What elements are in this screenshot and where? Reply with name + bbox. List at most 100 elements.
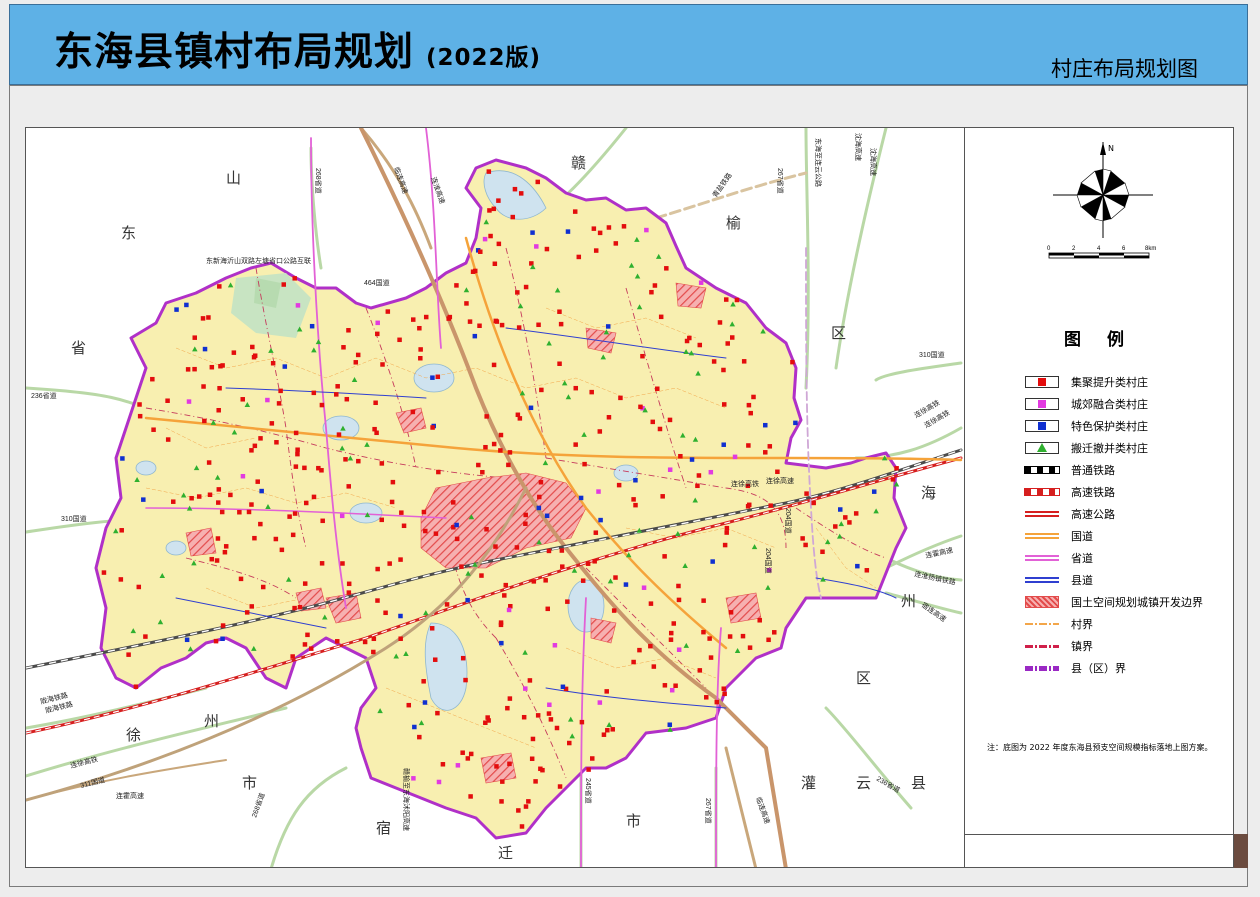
village-marker-red: [216, 500, 221, 505]
village-marker-red: [507, 450, 513, 455]
legend-item: 集聚提升类村庄: [1025, 373, 1148, 391]
village-marker-red: [440, 762, 446, 767]
map-panel[interactable]: 山 东 省 赣 榆 区 海 州 区 灌 云 县 徐 州 市 宿 迁 市 236省…: [25, 127, 965, 868]
village-marker-red: [460, 750, 465, 755]
village-marker-red: [406, 702, 412, 708]
village-marker-red: [133, 684, 139, 689]
village-marker-red: [523, 521, 528, 526]
village-marker-red: [251, 354, 257, 360]
village-marker-red: [216, 407, 221, 413]
village-marker-magenta: [506, 607, 512, 613]
village-marker-red: [472, 268, 478, 274]
village-marker-red: [362, 639, 368, 645]
village-marker-red: [292, 276, 297, 281]
village-marker-red: [460, 655, 466, 661]
legend-label: 县道: [1071, 574, 1093, 587]
village-marker-magenta: [186, 399, 192, 404]
title-text: 东海县镇村布局规划: [54, 30, 415, 75]
village-marker-red: [213, 638, 219, 644]
legend-swatch-railway: [1024, 466, 1060, 474]
village-marker-red: [418, 347, 423, 352]
village-marker-red: [217, 284, 222, 289]
village-marker-magenta: [597, 700, 603, 705]
village-marker-red: [480, 469, 485, 475]
village-marker-red: [648, 643, 653, 649]
village-marker-red: [847, 520, 852, 525]
village-marker-blue: [710, 559, 715, 564]
road-label: 310国道: [919, 350, 945, 359]
village-marker-blue: [667, 722, 673, 727]
village-marker-blue: [220, 636, 225, 642]
village-marker-red: [728, 610, 734, 615]
village-marker-red: [486, 169, 492, 174]
village-marker-red: [648, 601, 654, 606]
village-marker-red: [237, 509, 242, 515]
village-marker-red: [278, 388, 283, 394]
road-label: 204国道: [764, 548, 773, 574]
legend-swatch-provincial-road: [1025, 555, 1059, 561]
village-marker-red: [346, 581, 352, 587]
village-marker-blue: [141, 497, 146, 502]
village-marker-red: [567, 740, 572, 746]
neighbor-label: 赣: [571, 154, 586, 172]
legend-title: 图 例: [1064, 330, 1134, 350]
village-marker-red: [143, 634, 148, 639]
village-marker-red: [410, 317, 416, 322]
village-marker-red: [118, 577, 124, 582]
village-marker-magenta: [523, 686, 528, 691]
county-map[interactable]: 山 东 省 赣 榆 区 海 州 区 灌 云 县 徐 州 市 宿 迁 市 236省…: [26, 128, 965, 868]
village-marker-red: [746, 402, 752, 408]
village-marker-red: [293, 430, 299, 436]
village-marker-blue: [565, 229, 571, 234]
village-marker-red: [658, 314, 664, 320]
village-marker-red: [597, 230, 603, 236]
village-marker-red: [209, 556, 215, 562]
neighbor-label: 海: [921, 484, 936, 502]
village-marker-red: [601, 732, 607, 737]
neighbor-label: 灌: [801, 774, 816, 792]
village-marker-red: [510, 214, 516, 220]
village-marker-red: [538, 766, 543, 772]
scale-tick-label: 2: [1072, 246, 1076, 252]
village-marker-red: [295, 447, 300, 452]
village-marker-red: [410, 409, 416, 415]
village-marker-magenta: [547, 702, 552, 708]
legend-label: 镇界: [1071, 640, 1093, 653]
village-marker-blue: [184, 302, 189, 308]
village-marker-red: [464, 301, 469, 306]
village-marker-red: [292, 511, 298, 516]
village-marker-red: [295, 451, 300, 457]
village-marker-red: [297, 604, 303, 610]
village-marker-red: [590, 756, 595, 761]
neighbor-label: 州: [901, 592, 916, 610]
village-marker-red: [529, 756, 535, 762]
village-marker-blue: [536, 505, 542, 511]
village-marker-blue: [202, 346, 208, 352]
map-subtitle: 村庄布局规划图: [1051, 57, 1198, 81]
village-marker-magenta: [644, 227, 649, 233]
village-marker-blue: [605, 324, 611, 329]
village-marker-red: [560, 564, 565, 569]
road-label: 310国道: [61, 514, 87, 523]
village-marker-red: [260, 584, 266, 590]
neighbor-label: 宿: [376, 819, 391, 837]
village-marker-red: [375, 598, 380, 603]
village-marker-red: [379, 461, 385, 466]
village-marker-red: [311, 390, 317, 396]
village-marker-red: [476, 462, 481, 468]
village-marker-red: [853, 511, 859, 516]
legend-swatch-town-boundary: [1025, 644, 1059, 648]
village-marker-red: [697, 342, 703, 348]
village-marker-red: [311, 494, 317, 500]
village-marker-red: [610, 727, 615, 732]
village-marker-red: [246, 509, 252, 515]
village-marker-red: [745, 504, 751, 509]
village-marker-red: [126, 652, 131, 657]
village-marker-red: [651, 664, 657, 669]
village-marker-red: [741, 359, 747, 364]
neighbor-label: 区: [831, 324, 846, 342]
road-label: 464国道: [364, 278, 390, 287]
village-marker-red: [800, 536, 805, 541]
legend-swatch-magenta-square: [1025, 398, 1059, 410]
village-marker-red: [579, 719, 585, 725]
